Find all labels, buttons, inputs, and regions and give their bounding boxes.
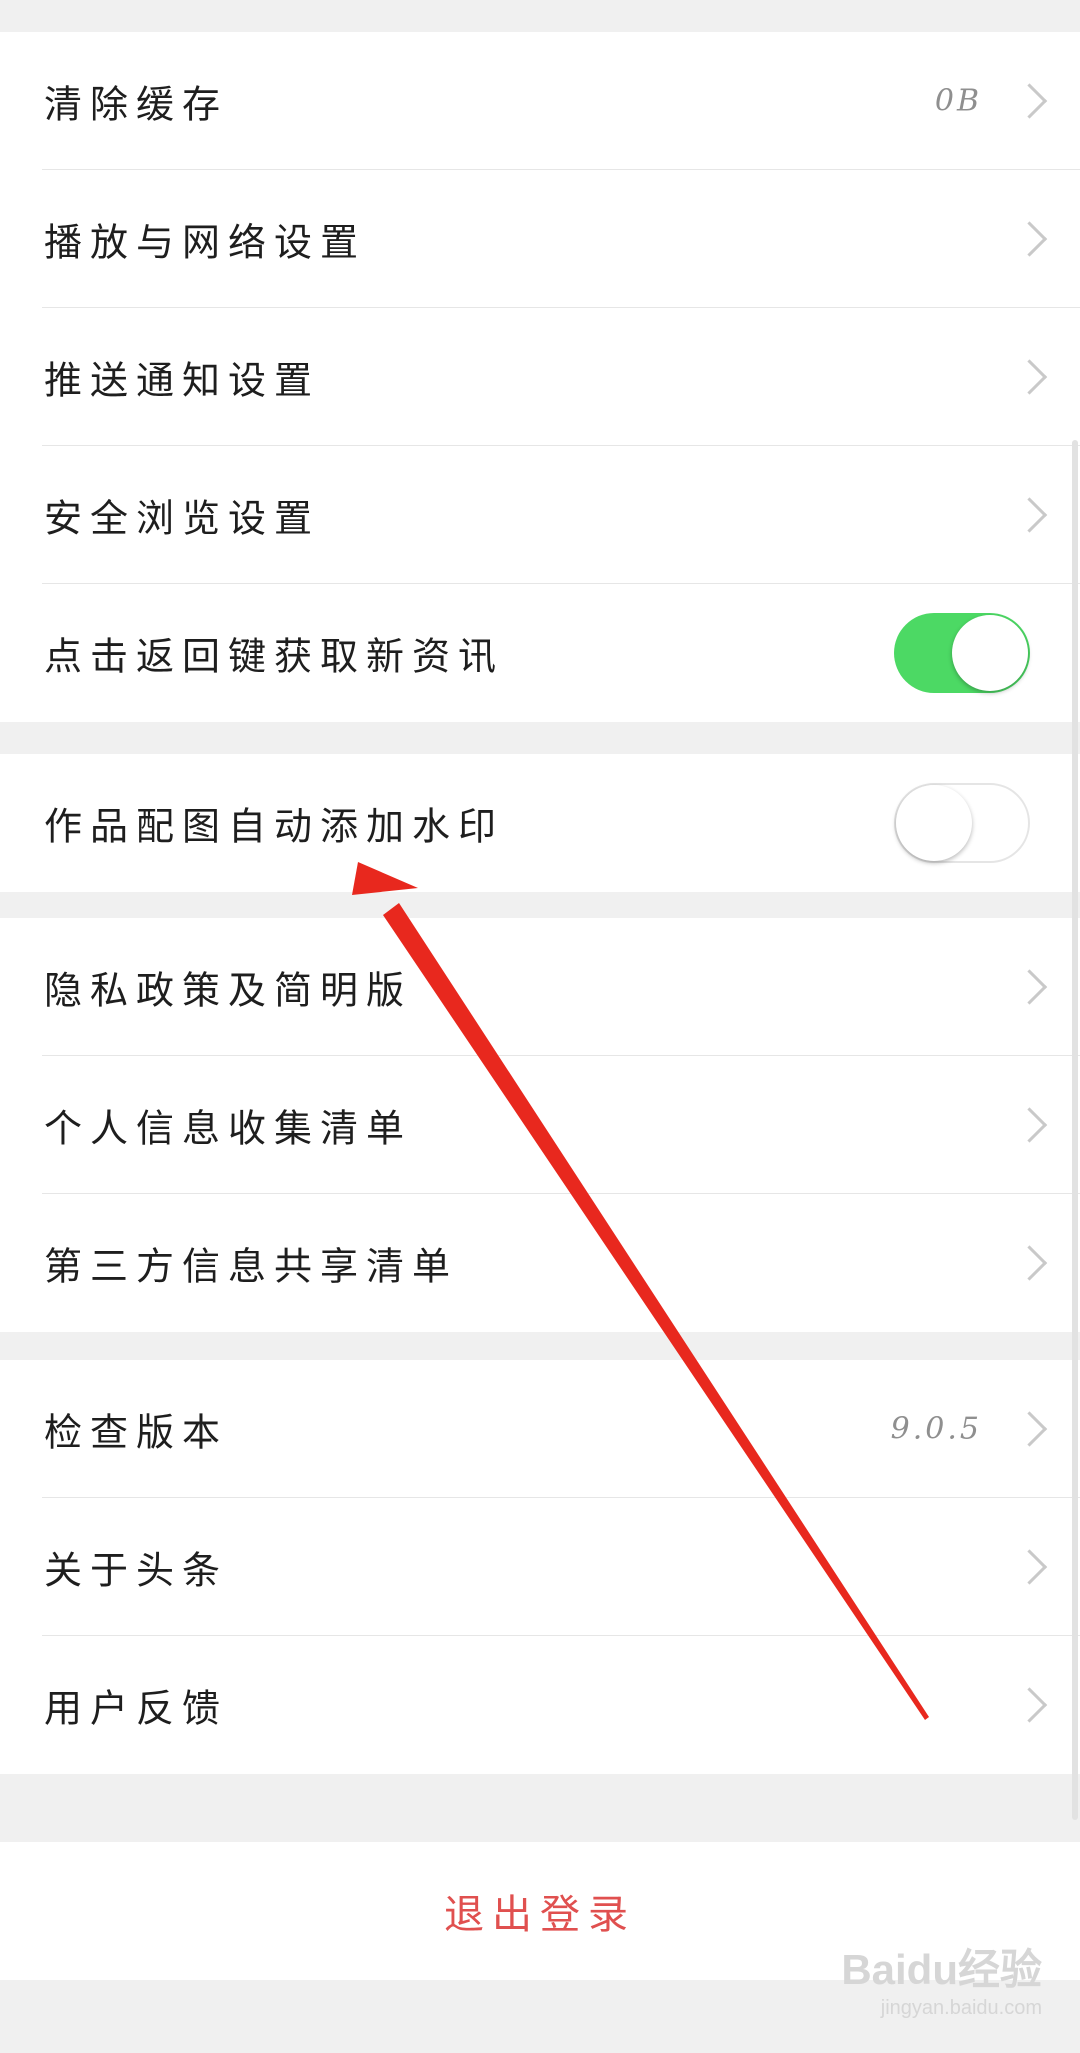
row-label: 推送通知设置 xyxy=(44,358,321,403)
settings-group-general: 清除缓存 0B 播放与网络设置 推送通知设置 安全浏览设置 点击返回键获取新资讯 xyxy=(0,32,1080,722)
chevron-right-icon xyxy=(1011,221,1048,257)
chevron-right-icon xyxy=(1011,1687,1048,1723)
row-label: 个人信息收集清单 xyxy=(44,1106,413,1151)
chevron-right-icon xyxy=(1011,1549,1048,1585)
chevron-right-icon xyxy=(1011,83,1048,119)
settings-group-watermark: 作品配图自动添加水印 xyxy=(0,754,1080,892)
row-clear-cache[interactable]: 清除缓存 0B xyxy=(0,32,1080,170)
row-label: 作品配图自动添加水印 xyxy=(44,804,505,849)
cache-size-value: 0B xyxy=(934,83,982,119)
row-playback-network-settings[interactable]: 播放与网络设置 xyxy=(0,170,1080,308)
baidu-jingyan-watermark: Baidu经验 jingyan.baidu.com xyxy=(841,1936,1042,2020)
version-value: 9.0.5 xyxy=(890,1411,982,1447)
settings-screen: 清除缓存 0B 播放与网络设置 推送通知设置 安全浏览设置 点击返回键获取新资讯 xyxy=(0,0,1080,2053)
settings-group-about: 检查版本 9.0.5 关于头条 用户反馈 xyxy=(0,1360,1080,1774)
chevron-right-icon xyxy=(1011,969,1048,1005)
toggle-knob xyxy=(896,785,972,861)
row-auto-watermark: 作品配图自动添加水印 xyxy=(0,754,1080,892)
back-key-refresh-toggle[interactable] xyxy=(894,613,1030,693)
row-check-version[interactable]: 检查版本 9.0.5 xyxy=(0,1360,1080,1498)
row-label: 用户反馈 xyxy=(44,1686,229,1731)
chevron-right-icon xyxy=(1011,1107,1048,1143)
watermark-sub: jingyan.baidu.com xyxy=(880,1997,1042,2019)
row-back-key-refresh: 点击返回键获取新资讯 xyxy=(0,584,1080,722)
chevron-right-icon xyxy=(1011,359,1048,395)
row-label: 检查版本 xyxy=(44,1410,229,1455)
row-personal-info-list[interactable]: 个人信息收集清单 xyxy=(0,1056,1080,1194)
row-push-notification-settings[interactable]: 推送通知设置 xyxy=(0,308,1080,446)
watermark-main: Baidu经验 xyxy=(841,1946,1042,1993)
settings-group-privacy: 隐私政策及简明版 个人信息收集清单 第三方信息共享清单 xyxy=(0,918,1080,1332)
logout-label: 退出登录 xyxy=(444,1892,636,1938)
row-label: 点击返回键获取新资讯 xyxy=(44,634,505,679)
row-user-feedback[interactable]: 用户反馈 xyxy=(0,1636,1080,1774)
toggle-knob xyxy=(952,615,1028,691)
row-about[interactable]: 关于头条 xyxy=(0,1498,1080,1636)
auto-watermark-toggle[interactable] xyxy=(894,783,1030,863)
chevron-right-icon xyxy=(1011,1411,1048,1447)
row-label: 清除缓存 xyxy=(44,82,229,127)
row-safe-browsing-settings[interactable]: 安全浏览设置 xyxy=(0,446,1080,584)
chevron-right-icon xyxy=(1011,497,1048,533)
scrollbar[interactable] xyxy=(1072,440,1078,1820)
row-label: 隐私政策及简明版 xyxy=(44,968,413,1013)
row-label: 安全浏览设置 xyxy=(44,496,321,541)
row-label: 第三方信息共享清单 xyxy=(44,1244,459,1289)
row-privacy-policy[interactable]: 隐私政策及简明版 xyxy=(0,918,1080,1056)
row-label: 播放与网络设置 xyxy=(44,220,367,265)
row-label: 关于头条 xyxy=(44,1548,229,1593)
row-third-party-sharing-list[interactable]: 第三方信息共享清单 xyxy=(0,1194,1080,1332)
chevron-right-icon xyxy=(1011,1245,1048,1281)
